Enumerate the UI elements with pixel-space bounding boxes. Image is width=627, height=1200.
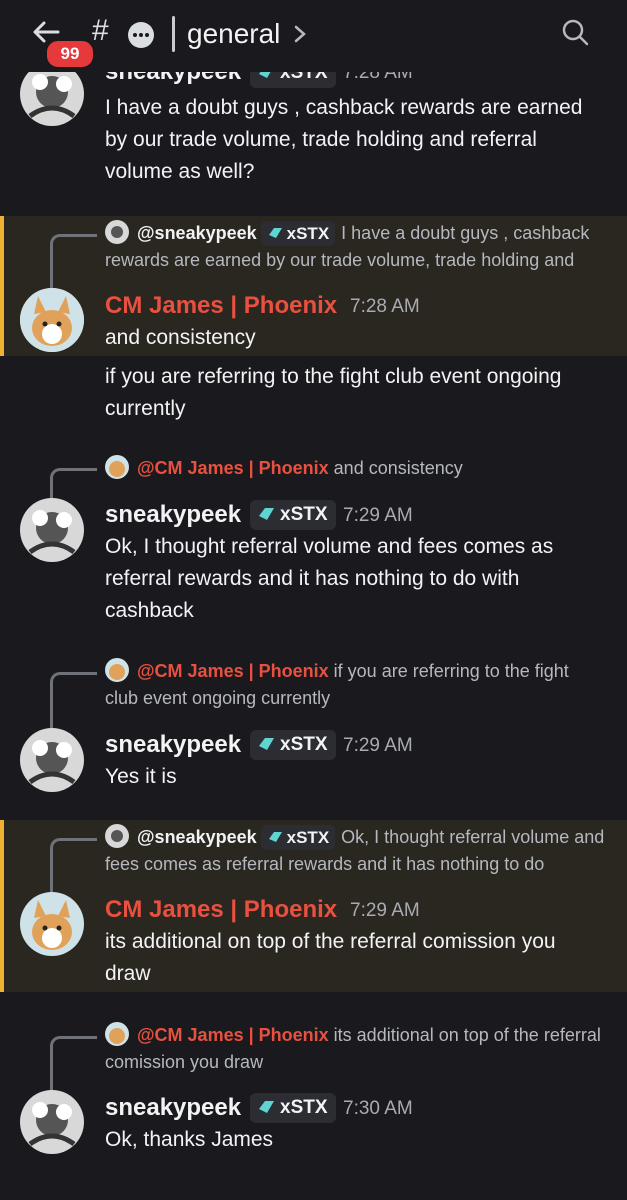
reply-avatar (105, 455, 129, 479)
reply-author[interactable]: @sneakypeek (137, 223, 257, 243)
reply-preview[interactable]: @CM James | Phoenix if you are referring… (105, 658, 605, 712)
channel-header: 99 # general (0, 0, 627, 72)
message-2[interactable]: @CM James | Phoenix and consistency snea… (0, 452, 627, 632)
reply-role-tag-label: xSTX (286, 828, 330, 847)
timestamp: 7:29 AM (343, 505, 413, 526)
role-tag[interactable]: xSTX (250, 1093, 336, 1123)
reply-connector (50, 1036, 97, 1095)
corgi-avatar-icon (20, 288, 84, 352)
reply-avatar (105, 658, 129, 682)
message-text-followup: if you are referring to the fight club e… (105, 365, 562, 420)
reply-avatar (105, 824, 129, 848)
sneakypeek-avatar-icon (105, 220, 129, 244)
gem-icon (268, 228, 282, 238)
author-name[interactable]: CM James | Phoenix (105, 896, 337, 924)
reply-author[interactable]: @CM James | Phoenix (137, 458, 329, 478)
role-tag[interactable]: xSTX (250, 500, 336, 530)
message-3[interactable]: @CM James | Phoenix if you are referring… (0, 656, 627, 796)
avatar[interactable] (20, 288, 84, 352)
timestamp: 7:29 AM (343, 735, 413, 756)
corgi-avatar-icon (105, 455, 129, 479)
gem-icon (259, 508, 274, 520)
message-1[interactable]: @sneakypeek xSTX I have a doubt guys , cas… (0, 216, 627, 356)
chevron-right-icon[interactable] (290, 22, 310, 46)
timestamp: 7:28 AM (350, 296, 420, 317)
avatar[interactable] (20, 728, 84, 792)
reply-role-tag-label: xSTX (286, 224, 330, 243)
reply-avatar (105, 220, 129, 244)
message-0[interactable]: sneakypeek xSTX 7:28 AM I have a doubt g… (0, 52, 627, 192)
reply-preview[interactable]: @sneakypeek xSTX I have a doubt guys , cas… (105, 220, 605, 274)
sneakypeek-avatar-icon (105, 824, 129, 848)
reply-avatar (105, 1022, 129, 1046)
message-text: Ok, thanks James (105, 1128, 274, 1151)
reply-preview[interactable]: @CM James | Phoenix its additional on to… (105, 1022, 605, 1076)
timestamp: 7:30 AM (343, 1098, 413, 1119)
corgi-avatar-icon (105, 1022, 129, 1046)
reply-connector (50, 672, 97, 731)
reply-connector (50, 234, 97, 289)
reply-role-tag: xSTX (260, 221, 336, 246)
gem-icon (259, 1101, 274, 1113)
author-name[interactable]: sneakypeek (105, 731, 241, 759)
reply-connector (50, 468, 97, 501)
unread-badge: 99 (44, 38, 96, 70)
corgi-avatar-icon (20, 892, 84, 956)
avatar[interactable] (20, 892, 84, 956)
role-tag-label: xSTX (280, 504, 328, 525)
reply-author[interactable]: @sneakypeek (137, 827, 257, 847)
message-text: and consistency (105, 326, 256, 349)
chat-bubble-icon (128, 22, 154, 48)
reply-text: and consistency (333, 458, 463, 478)
message-text: its additional on top of the referral co… (105, 930, 556, 985)
avatar[interactable] (20, 498, 84, 562)
sneakypeek-avatar-icon (20, 728, 84, 792)
reply-role-tag: xSTX (260, 825, 336, 850)
message-text: Ok, I thought referral volume and fees c… (105, 535, 554, 622)
reply-preview[interactable]: @CM James | Phoenix and consistency (105, 455, 605, 482)
message-5[interactable]: @CM James | Phoenix its additional on to… (0, 1020, 627, 1180)
reply-preview[interactable]: @sneakypeek xSTX Ok, I thought referral vo… (105, 824, 605, 878)
reply-connector (50, 838, 97, 893)
author-name[interactable]: sneakypeek (105, 501, 241, 529)
message-4[interactable]: @sneakypeek xSTX Ok, I thought referral vo… (0, 820, 627, 992)
sneakypeek-avatar-icon (20, 498, 84, 562)
author-name[interactable]: CM James | Phoenix (105, 292, 337, 320)
gem-icon (259, 738, 274, 750)
reply-author[interactable]: @CM James | Phoenix (137, 661, 329, 681)
channel-name[interactable]: general (187, 18, 280, 50)
message-text: Yes it is (105, 765, 177, 788)
reply-author[interactable]: @CM James | Phoenix (137, 1025, 329, 1045)
message-text: I have a doubt guys , cashback rewards a… (105, 96, 583, 183)
role-tag[interactable]: xSTX (250, 730, 336, 760)
avatar[interactable] (20, 1090, 84, 1154)
role-tag-label: xSTX (280, 1097, 328, 1118)
author-name[interactable]: sneakypeek (105, 1094, 241, 1122)
timestamp: 7:29 AM (350, 900, 420, 921)
channel-hash-icon: # (92, 14, 109, 47)
sneakypeek-avatar-icon (20, 1090, 84, 1154)
header-separator (172, 16, 175, 52)
search-icon[interactable] (560, 17, 590, 47)
corgi-avatar-icon (105, 658, 129, 682)
gem-icon (268, 832, 282, 842)
role-tag-label: xSTX (280, 734, 328, 755)
